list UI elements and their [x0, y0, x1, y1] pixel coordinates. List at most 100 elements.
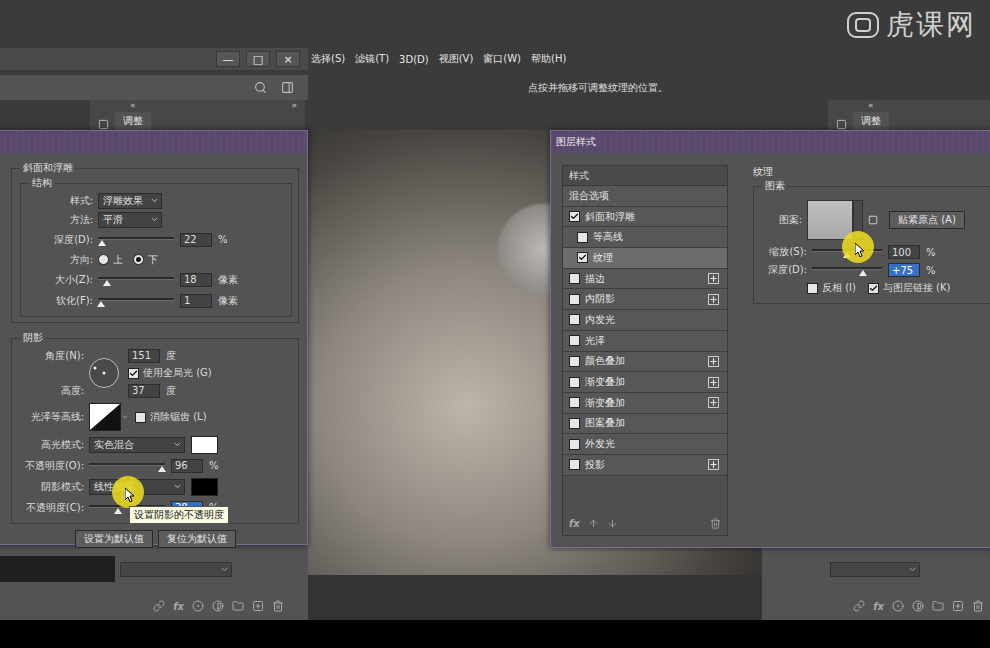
- menu-item[interactable]: 3D(D): [399, 54, 429, 65]
- fx-button[interactable]: fx: [569, 518, 580, 529]
- collapse-button[interactable]: «: [130, 101, 136, 110]
- style-list-item[interactable]: 纹理: [563, 248, 727, 269]
- slider-thumb[interactable]: [114, 508, 122, 514]
- select[interactable]: 实色混合: [89, 437, 185, 453]
- link-icon[interactable]: [853, 600, 865, 612]
- fx-button[interactable]: fx: [173, 601, 184, 612]
- value-field[interactable]: 18: [180, 273, 212, 287]
- angle-dial[interactable]: [89, 358, 119, 388]
- checkbox[interactable]: [569, 356, 580, 367]
- contour-preview[interactable]: [89, 403, 121, 431]
- style-list-item[interactable]: 光泽: [563, 331, 727, 352]
- texture-option[interactable]: 与图层链接 (K): [868, 281, 951, 295]
- slider-thumb[interactable]: [103, 280, 111, 286]
- add-button[interactable]: [708, 273, 719, 284]
- arrow-down-icon[interactable]: [607, 518, 618, 529]
- mask-icon[interactable]: [192, 600, 204, 612]
- style-list-item[interactable]: 内阴影: [563, 289, 727, 310]
- collapse-button[interactable]: «: [868, 101, 874, 110]
- menu-item[interactable]: 帮助(H): [531, 52, 566, 66]
- trash-icon[interactable]: [710, 518, 721, 529]
- search-icon[interactable]: [254, 81, 267, 94]
- blend-dropdown[interactable]: [830, 562, 920, 577]
- color-swatch[interactable]: [191, 436, 218, 454]
- trash-icon[interactable]: [272, 600, 284, 612]
- checkbox[interactable]: [569, 294, 580, 305]
- adjustment-icon[interactable]: [912, 600, 924, 612]
- panel-icon[interactable]: [98, 119, 109, 130]
- expand-button[interactable]: »: [291, 101, 297, 110]
- new-layer-icon[interactable]: [952, 600, 964, 612]
- checkbox[interactable]: [569, 418, 580, 429]
- link-icon[interactable]: [153, 600, 165, 612]
- dialog-title-bar[interactable]: 图层样式: [551, 131, 990, 153]
- checkbox[interactable]: [569, 335, 580, 346]
- style-list-item[interactable]: 描边: [563, 269, 727, 290]
- value-field[interactable]: 100: [888, 245, 920, 259]
- checkbox[interactable]: [128, 368, 139, 379]
- slider[interactable]: [98, 274, 174, 286]
- slider[interactable]: [98, 234, 174, 246]
- add-button[interactable]: [708, 397, 719, 408]
- radio-option[interactable]: 上: [98, 253, 123, 267]
- checkbox[interactable]: [569, 314, 580, 325]
- style-list-item[interactable]: 外发光: [563, 434, 727, 455]
- style-list-item[interactable]: 等高线: [563, 227, 727, 248]
- folder-icon[interactable]: [932, 600, 944, 612]
- value-field[interactable]: 96: [171, 459, 203, 473]
- add-button[interactable]: [708, 356, 719, 367]
- new-layer-icon[interactable]: [252, 600, 264, 612]
- checkbox[interactable]: [868, 283, 879, 294]
- mask-icon[interactable]: [892, 600, 904, 612]
- checkbox[interactable]: [569, 273, 580, 284]
- style-list-item[interactable]: 混合选项: [563, 186, 727, 207]
- style-list-item[interactable]: 图案叠加: [563, 414, 727, 435]
- texture-option[interactable]: 反相 (I): [807, 281, 856, 295]
- value-field[interactable]: 1: [180, 294, 212, 308]
- window-control-button[interactable]: □: [246, 51, 270, 67]
- value-field[interactable]: 151: [128, 349, 160, 363]
- window-control-button[interactable]: —: [216, 51, 240, 67]
- new-preset-icon[interactable]: [868, 215, 878, 225]
- menu-item[interactable]: 视图(V): [439, 52, 474, 66]
- global-light-option[interactable]: 使用全局光 (G): [128, 366, 212, 380]
- style-list-item[interactable]: 渐变叠加: [563, 393, 727, 414]
- dialog-button[interactable]: 设置为默认值: [75, 530, 153, 548]
- add-button[interactable]: [708, 294, 719, 305]
- menu-item[interactable]: 滤镜(T): [355, 52, 389, 66]
- select[interactable]: 平滑: [98, 212, 162, 228]
- checkbox[interactable]: [569, 211, 580, 222]
- style-list-item[interactable]: 渐变叠加: [563, 372, 727, 393]
- style-list-item[interactable]: 颜色叠加: [563, 352, 727, 373]
- dialog-button[interactable]: 复位为默认值: [158, 530, 236, 548]
- checkbox[interactable]: [577, 252, 588, 263]
- style-list-item[interactable]: 投影: [563, 455, 727, 476]
- snap-origin-button[interactable]: 贴紧原点 (A): [889, 211, 965, 229]
- blend-dropdown[interactable]: [120, 562, 232, 577]
- slider-thumb[interactable]: [98, 240, 106, 246]
- slider-thumb[interactable]: [97, 301, 105, 307]
- dialog-title-bar[interactable]: [0, 131, 307, 153]
- adjustment-icon[interactable]: [212, 600, 224, 612]
- slider[interactable]: [89, 460, 165, 472]
- checkbox[interactable]: [569, 459, 580, 470]
- slider-thumb[interactable]: [158, 466, 166, 472]
- radio-option[interactable]: 下: [133, 253, 158, 267]
- panel-tab[interactable]: 调整: [115, 112, 151, 130]
- folder-icon[interactable]: [232, 600, 244, 612]
- panel-icon[interactable]: [836, 119, 847, 130]
- checkbox[interactable]: [569, 397, 580, 408]
- style-list-item[interactable]: 内发光: [563, 310, 727, 331]
- checkbox[interactable]: [577, 232, 588, 243]
- radio-button[interactable]: [133, 254, 144, 265]
- value-field[interactable]: 37: [128, 384, 160, 398]
- color-swatch[interactable]: [191, 478, 218, 496]
- trash-icon[interactable]: [972, 600, 984, 612]
- slider[interactable]: [812, 264, 882, 276]
- add-button[interactable]: [708, 459, 719, 470]
- anti-alias-option[interactable]: 消除锯齿 (L): [135, 410, 207, 424]
- style-list-item[interactable]: 斜面和浮雕: [563, 207, 727, 228]
- arrow-up-icon[interactable]: [588, 518, 599, 529]
- add-button[interactable]: [708, 377, 719, 388]
- checkbox[interactable]: [569, 377, 580, 388]
